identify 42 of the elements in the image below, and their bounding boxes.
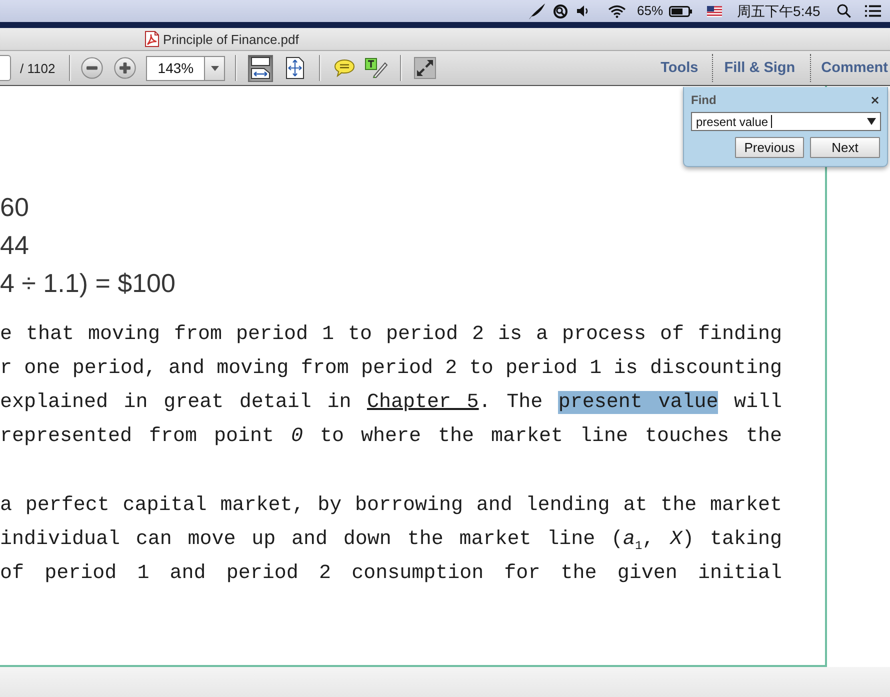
caret-icon: [210, 66, 219, 70]
search-icon[interactable]: [837, 4, 852, 18]
find-nav-button[interactable]: Next: [810, 137, 880, 158]
panel-button[interactable]: Tools: [660, 59, 698, 77]
battery-percentage: 65%: [637, 3, 664, 19]
panel-button[interactable]: Comment: [821, 59, 888, 77]
zoom-in-icon[interactable]: [114, 57, 136, 79]
text-cursor-icon: [771, 115, 772, 128]
feather-icon[interactable]: [528, 2, 546, 20]
text-link[interactable]: Chapter 5: [366, 391, 479, 414]
wifi-icon[interactable]: [608, 4, 626, 18]
dropdown-arrow-icon[interactable]: [867, 118, 876, 125]
search-match-highlight: present value: [558, 391, 718, 414]
flag-icon[interactable]: [707, 6, 722, 16]
paragraph-text: e that moving from period 1 to period 2 is a process of finding r one period, and moving from period 2 to period 1 is discounting explained in great detail in Chapter 5. The present value will represented from point 0 to where the market line touches the: [0, 322, 782, 450]
panel-button[interactable]: Fill & Sign: [724, 59, 796, 77]
expand-arrows-icon: [284, 57, 305, 79]
list-icon[interactable]: [865, 5, 882, 17]
fullscreen-icon[interactable]: [414, 57, 436, 79]
zoom-field[interactable]: 143%: [146, 56, 206, 80]
ring-icon[interactable]: [553, 4, 568, 18]
page-count: / 1102: [20, 60, 56, 76]
text-pen-icon[interactable]: [365, 58, 388, 78]
paragraph-text: a perfect capital market, by borrowing and lending at the market individual can move up and down the market line (a$_{1}$, X) taking of period 1 and period 2 consumption for the given initial: [0, 493, 782, 587]
volume-icon[interactable]: [577, 5, 590, 17]
zoom-dropdown-button[interactable]: [205, 56, 226, 80]
equation-text: 44: [0, 229, 29, 262]
find-title: Find: [691, 93, 716, 107]
close-button[interactable]: ×: [870, 93, 880, 107]
battery-icon[interactable]: [669, 6, 692, 16]
equation-text: 4 ÷ 1.1) = $100: [0, 267, 176, 300]
scroll-mode-button[interactable]: [248, 54, 274, 82]
zoom-out-icon[interactable]: [81, 57, 104, 79]
equation-text: 60: [0, 191, 29, 224]
find-nav-button[interactable]: Previous: [735, 137, 804, 158]
speech-bubble-icon[interactable]: [334, 59, 356, 77]
clock-text[interactable]: 周五下午5:45: [737, 3, 820, 19]
pdf-file-icon: [144, 31, 160, 47]
page-arrows-icon: [250, 57, 272, 79]
window-title: Principle of Finance.pdf: [163, 32, 299, 46]
find-field[interactable]: present value: [691, 112, 881, 131]
page-number-field[interactable]: [0, 55, 11, 81]
